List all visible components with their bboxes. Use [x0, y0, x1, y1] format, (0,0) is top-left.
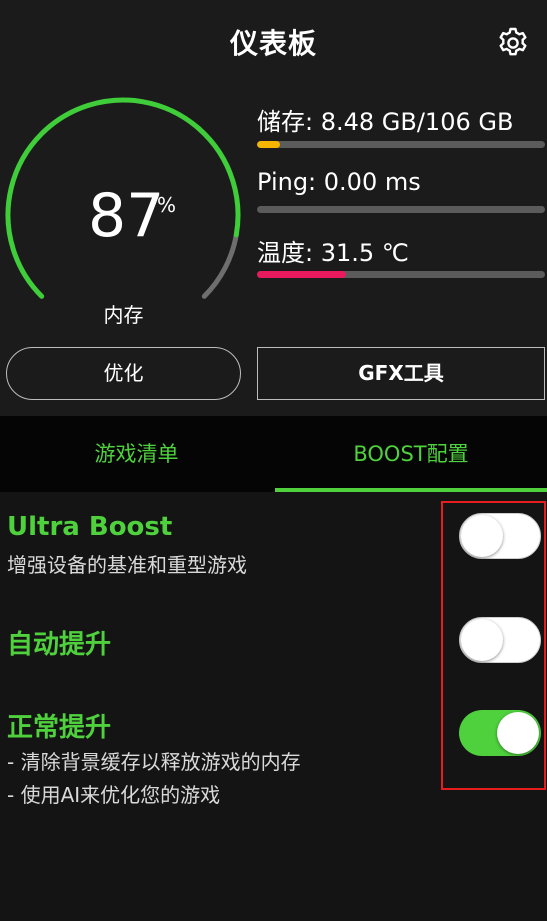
- gfx-tool-button[interactable]: GFX工具: [257, 347, 545, 400]
- page-title: 仪表板: [229, 27, 317, 60]
- temperature-stat: 温度: 31.5 ℃: [257, 239, 409, 267]
- ping-stat: Ping: 0.00 ms: [257, 168, 421, 196]
- memory-label: 内存: [103, 303, 144, 327]
- gear-icon[interactable]: [496, 26, 530, 60]
- memory-percent-unit: %: [157, 193, 177, 217]
- storage-bar: [257, 141, 545, 148]
- temperature-bar-fill: [257, 271, 347, 278]
- gauge-track: [201, 232, 239, 299]
- storage-bar-fill: [257, 141, 281, 148]
- ping-bar: [257, 206, 545, 213]
- memory-percent-value: 87: [88, 181, 165, 251]
- storage-stat: 储存: 8.48 GB/106 GB: [257, 108, 514, 136]
- normal-boost-description-2: - 使用AI来优化您的游戏: [7, 783, 221, 807]
- normal-boost-title: 正常提升: [7, 713, 112, 743]
- normal-boost-description-1: - 清除背景缓存以释放游戏的内存: [7, 750, 301, 774]
- toggles-highlight-box: [441, 501, 546, 790]
- tab-bar: 游戏清单 BOOST配置: [0, 416, 547, 492]
- ultra-boost-title: Ultra Boost: [7, 512, 173, 542]
- auto-boost-title: 自动提升: [7, 630, 112, 660]
- optimize-button[interactable]: 优化: [6, 347, 241, 400]
- tab-game-list[interactable]: 游戏清单: [0, 416, 273, 492]
- tab-boost-config[interactable]: BOOST配置: [275, 416, 547, 492]
- temperature-bar: [257, 271, 545, 278]
- ultra-boost-description: 增强设备的基准和重型游戏: [7, 553, 247, 577]
